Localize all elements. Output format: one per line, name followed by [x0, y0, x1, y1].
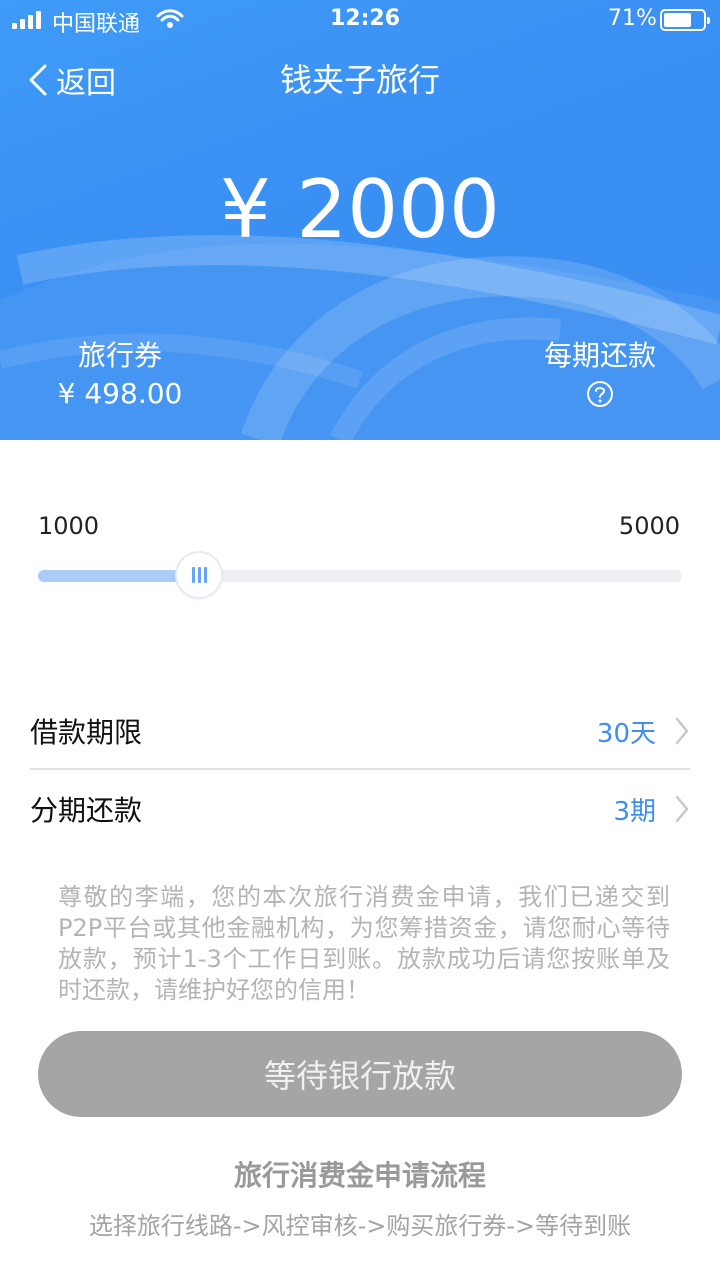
loan-amount: ¥ 2000 [220, 163, 500, 256]
grip-icon [191, 567, 207, 583]
help-icon[interactable] [586, 380, 614, 412]
status-time: 12:26 [330, 6, 401, 31]
chevron-left-icon [29, 64, 47, 96]
amount-slider-track[interactable] [38, 570, 682, 582]
travel-voucher: 旅行券 ¥ 498.00 [40, 336, 200, 412]
loan-term-row[interactable]: 借款期限 30天 [30, 694, 690, 768]
voucher-value: ¥ 498.00 [57, 377, 183, 410]
amount-slider-fill [38, 570, 199, 582]
back-label: 返回 [56, 66, 116, 101]
back-button[interactable]: 返回 [28, 58, 116, 102]
amount-slider-thumb[interactable] [177, 553, 221, 597]
loan-term-value: 30天 [596, 718, 656, 749]
application-notice: 尊敬的李端，您的本次旅行消费金申请，我们已递交到P2P平台或其他金融机构，为您筹… [58, 883, 670, 1004]
battery-icon [660, 9, 710, 31]
process-steps: 选择旅行线路->风控审核->购买旅行券->等待到账 [88, 1212, 632, 1240]
voucher-label: 旅行券 [77, 339, 162, 372]
hero-header: 中国联通 12:26 71% 返回 钱夹子旅行 ¥ 2000 旅行券 ¥ 498… [0, 0, 720, 440]
installments-label: 分期还款 [30, 794, 143, 827]
chevron-right-icon [675, 717, 689, 745]
slider-min-label: 1000 [38, 512, 100, 540]
slider-max-label: 5000 [618, 512, 680, 540]
signal-icon [12, 9, 41, 29]
battery-percent: 71% [608, 6, 657, 31]
chevron-right-icon [675, 795, 689, 823]
carrier-name: 中国联通 [52, 12, 141, 37]
row-divider [30, 768, 690, 770]
per-period-label: 每期还款 [543, 339, 656, 372]
installments-row[interactable]: 分期还款 3期 [30, 772, 690, 846]
installments-value: 3期 [613, 796, 656, 827]
process-title: 旅行消费金申请流程 [233, 1159, 486, 1192]
status-bar: 中国联通 12:26 71% [0, 0, 720, 40]
loan-term-label: 借款期限 [30, 716, 143, 749]
per-period-repayment: 每期还款 [520, 336, 680, 412]
await-disbursement-button[interactable]: 等待银行放款 [38, 1031, 682, 1117]
wifi-icon [156, 9, 184, 28]
